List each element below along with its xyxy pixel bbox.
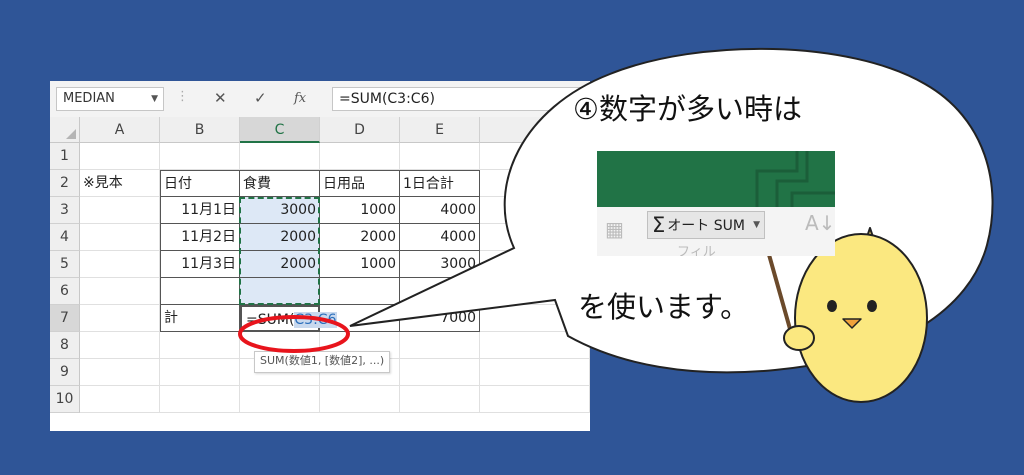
autosum-button[interactable]: Σ オート SUM ▼ [647,211,765,239]
ribbon-header [597,151,835,207]
fill-button-faded[interactable]: フィル [677,241,716,256]
chevron-down-icon[interactable]: ▼ [753,212,760,238]
circuit-pattern-decoration [755,151,835,207]
sigma-icon: Σ [652,213,666,237]
bubble-title: ④数字が多い時は [573,92,802,126]
excel-ribbon-snippet: Σ オート SUM ▼ フィル ▦ A↓ [597,151,835,256]
autosum-label: オート SUM [667,218,745,234]
speech-bubble-illustration [238,47,994,403]
sort-icon-faded: A↓ [805,211,835,235]
insert-function-icon-faded: ▦ [605,217,624,241]
bubble-body: を使います。 [578,290,750,324]
red-circle-annotation [238,315,350,353]
